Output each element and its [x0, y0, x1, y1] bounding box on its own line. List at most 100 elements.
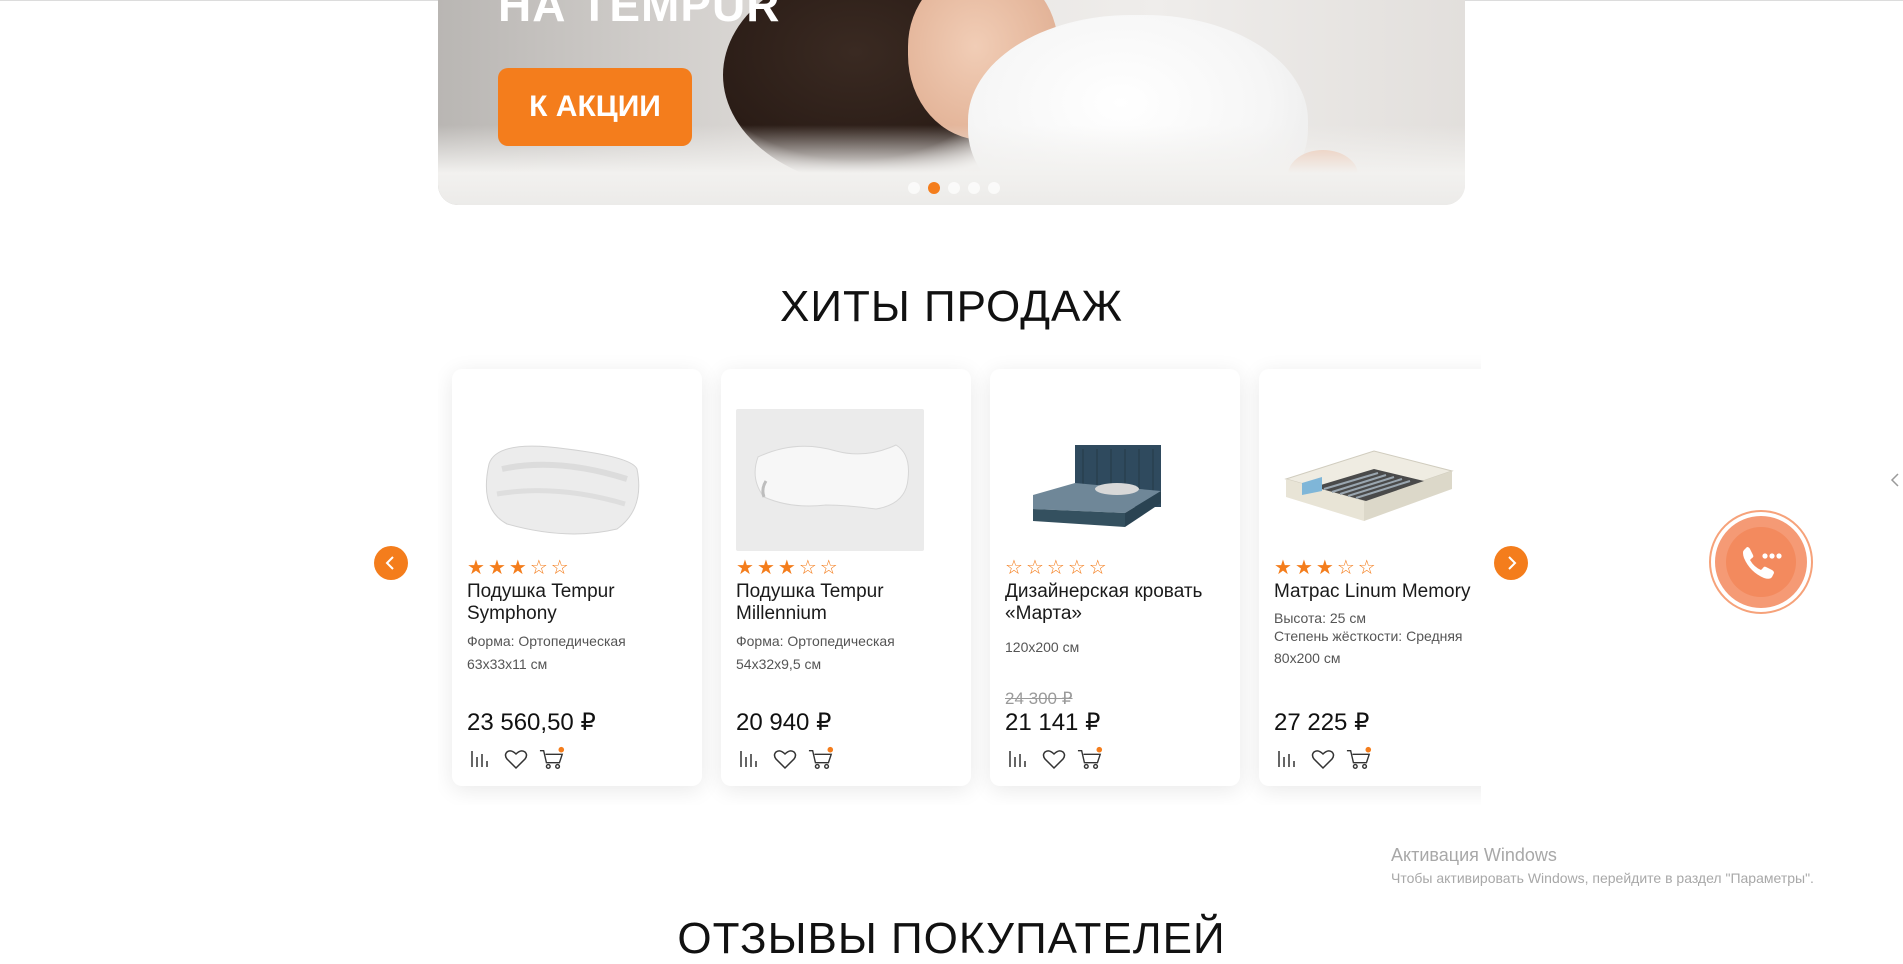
banner-title: НА TEMPUR: [498, 0, 781, 31]
product-attr: 120x200 см: [1005, 639, 1080, 655]
star-filled-icon: ★: [508, 555, 527, 579]
add-to-cart-button[interactable]: [1077, 746, 1103, 772]
add-to-cart-button[interactable]: [539, 746, 565, 772]
pillow-icon: [485, 445, 640, 535]
product-attr: 80x200 см: [1274, 650, 1341, 666]
bed-icon: [1033, 445, 1161, 527]
side-panel-toggle[interactable]: [1886, 455, 1903, 505]
callback-button[interactable]: [1715, 516, 1807, 608]
favorite-button[interactable]: [772, 746, 798, 772]
compare-button[interactable]: [467, 746, 493, 772]
rating-stars: ☆ ☆ ☆ ☆ ☆: [1005, 557, 1107, 577]
product-actions: [1005, 746, 1103, 772]
slider-dot-active[interactable]: [928, 182, 940, 194]
compare-icon: [740, 751, 757, 767]
product-image[interactable]: [1274, 409, 1462, 551]
compare-button[interactable]: [1274, 746, 1300, 772]
star-empty-icon: ☆: [1357, 555, 1376, 579]
mattress-icon: [1284, 450, 1454, 521]
add-to-cart-button[interactable]: [1346, 746, 1372, 772]
product-image[interactable]: [467, 409, 655, 551]
carousel-next-button[interactable]: [1494, 546, 1528, 580]
heart-icon: [773, 750, 797, 770]
product-attr: Форма: Ортопедическая: [467, 633, 626, 649]
pillow-icon: [754, 444, 909, 510]
star-empty-icon: ☆: [798, 555, 817, 579]
product-price: 23 560,50 ₽: [467, 709, 596, 736]
product-old-price: 24 300 ₽: [1005, 689, 1073, 708]
product-actions: [467, 746, 565, 772]
product-price: 21 141 ₽: [1005, 709, 1101, 736]
compare-icon: [1278, 751, 1295, 767]
product-name[interactable]: Подушка Tempur Millennium: [736, 581, 968, 625]
windows-activation-hint: Чтобы активировать Windows, перейдите в …: [1391, 870, 1814, 886]
chevron-left-icon: [1890, 473, 1899, 487]
star-filled-icon: ★: [736, 555, 754, 579]
product-card[interactable]: ★ ★ ★ ☆ ☆ Подушка Tempur Symphony Форма: Орт…: [452, 369, 702, 786]
compare-icon: [1009, 751, 1026, 767]
chevron-left-icon: [385, 556, 394, 570]
slider-dots: [908, 182, 1000, 194]
compare-icon: [471, 751, 488, 767]
heart-icon: [1042, 750, 1066, 770]
carousel-prev-button[interactable]: [374, 546, 408, 580]
product-attr: 63x33x11 см: [467, 656, 548, 672]
product-card[interactable]: ★ ★ ★ ☆ ☆ Подушка Tempur Millennium Форма: О…: [721, 369, 971, 786]
cart-icon: [1346, 746, 1372, 769]
product-attr: Степень жёсткости: Средняя: [1274, 628, 1463, 644]
reviews-section-title: ОТЗЫВЫ ПОКУПАТЕЛЕЙ: [677, 914, 1226, 963]
star-filled-icon: ★: [777, 555, 796, 579]
cart-icon: [539, 746, 565, 769]
product-name[interactable]: Дизайнерская кровать «Марта»: [1005, 581, 1237, 625]
heart-icon: [1311, 750, 1335, 770]
windows-activation-title: Активация Windows: [1391, 845, 1557, 865]
phone-icon: [1743, 547, 1782, 579]
star-filled-icon: ★: [1315, 555, 1334, 579]
favorite-button[interactable]: [503, 746, 529, 772]
product-price: 27 225 ₽: [1274, 709, 1370, 736]
product-attr: 54x32x9,5 см: [736, 656, 822, 672]
heart-icon: [504, 750, 528, 770]
product-price: 20 940 ₽: [736, 709, 832, 736]
slider-dot[interactable]: [908, 182, 920, 194]
add-to-cart-button[interactable]: [808, 746, 834, 772]
promo-banner[interactable]: НА TEMPUR К АКЦИИ: [438, 0, 1465, 205]
favorite-button[interactable]: [1310, 746, 1336, 772]
star-empty-icon: ☆: [1088, 555, 1107, 579]
star-empty-icon: ☆: [1067, 555, 1086, 579]
slider-dot[interactable]: [968, 182, 980, 194]
product-actions: [1274, 746, 1372, 772]
star-empty-icon: ☆: [529, 555, 548, 579]
compare-button[interactable]: [736, 746, 762, 772]
rating-stars: ★ ★ ★ ☆ ☆: [467, 557, 569, 577]
product-card[interactable]: ★ ★ ★ ☆ ☆ Матрас Linum Memory Высота: 25 см …: [1259, 369, 1481, 786]
star-empty-icon: ☆: [550, 555, 569, 579]
product-actions: [736, 746, 834, 772]
favorite-button[interactable]: [1041, 746, 1067, 772]
star-filled-icon: ★: [1294, 555, 1313, 579]
promo-button[interactable]: К АКЦИИ: [498, 68, 692, 146]
compare-button[interactable]: [1005, 746, 1031, 772]
cart-icon: [1077, 746, 1103, 769]
product-image[interactable]: [1005, 409, 1193, 551]
products-carousel: ★ ★ ★ ☆ ☆ Подушка Tempur Symphony Форма: Орт…: [438, 345, 1481, 805]
product-card[interactable]: ☆ ☆ ☆ ☆ ☆ Дизайнерская кровать «Марта» 120x2…: [990, 369, 1240, 786]
rating-stars: ★ ★ ★ ☆ ☆: [1274, 557, 1376, 577]
product-name[interactable]: Подушка Tempur Symphony: [467, 581, 699, 625]
star-empty-icon: ☆: [1336, 555, 1355, 579]
product-image[interactable]: [736, 409, 924, 551]
hits-section-title: ХИТЫ ПРОДАЖ: [779, 282, 1124, 331]
star-empty-icon: ☆: [819, 555, 838, 579]
rating-stars: ★ ★ ★ ☆ ☆: [736, 557, 838, 577]
star-filled-icon: ★: [756, 555, 775, 579]
star-filled-icon: ★: [487, 555, 506, 579]
slider-dot[interactable]: [948, 182, 960, 194]
product-attr: Высота: 25 см: [1274, 610, 1366, 626]
chevron-right-icon: [1508, 556, 1517, 570]
star-empty-icon: ☆: [1005, 555, 1023, 579]
star-empty-icon: ☆: [1046, 555, 1065, 579]
star-filled-icon: ★: [467, 555, 485, 579]
product-name[interactable]: Матрас Linum Memory: [1274, 581, 1481, 603]
cart-icon: [808, 746, 834, 769]
slider-dot[interactable]: [988, 182, 1000, 194]
